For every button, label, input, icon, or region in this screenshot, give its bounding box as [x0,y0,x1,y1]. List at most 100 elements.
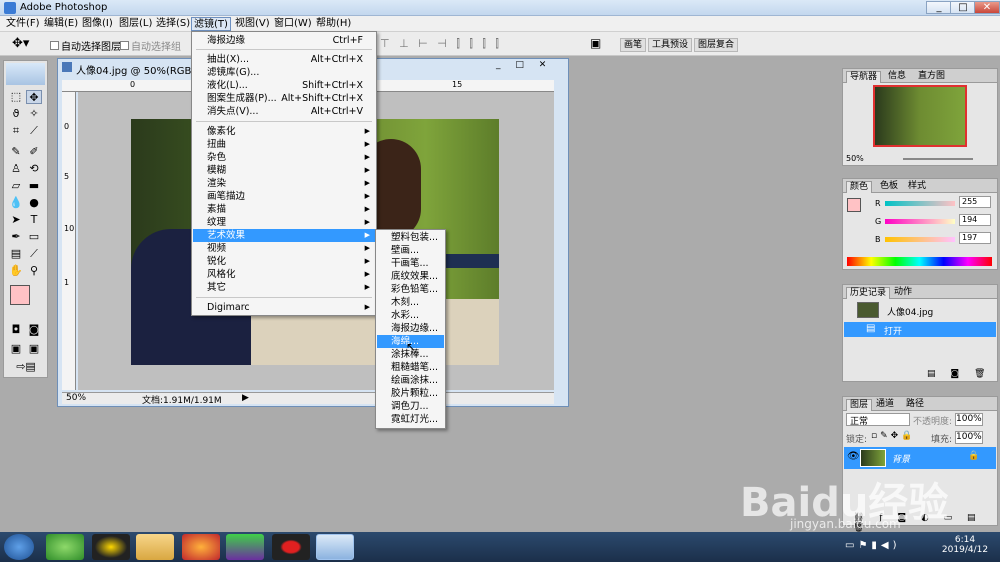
submenu-item-dry-brush[interactable]: 干画笔... [377,257,444,270]
submenu-item-palette-knife[interactable]: 调色刀... [377,400,444,413]
menu-layer[interactable]: 图层(L) [117,17,154,31]
snapshot-name[interactable]: 人像04.jpg [887,305,933,318]
eraser-tool-icon[interactable]: ▱ [8,179,24,193]
tray-icons[interactable]: ▭⚑▮◀) [845,540,901,551]
tab-channels[interactable]: 通道 [873,399,897,411]
folder-icon[interactable] [136,534,174,560]
layer-name[interactable]: 背景 [892,452,910,465]
crop-tool-icon[interactable]: ⌗ [8,124,24,138]
menu-item-digimarc[interactable]: Digimarc ▶ [193,301,375,314]
snapshot-thumbnail[interactable] [857,302,879,318]
auto-select-layer-checkbox[interactable]: 自动选择图层 [50,38,121,53]
firefox-icon[interactable] [182,534,220,560]
layer-row[interactable]: 👁 背景 🔒 [844,447,996,469]
tab-info[interactable]: 信息 [885,71,909,83]
status-arrow-icon[interactable]: ▶ [242,393,249,403]
dodge-tool-icon[interactable]: ● [26,196,42,210]
history-buttons-icon[interactable]: ▤ ◙ 🗑 [927,369,991,379]
slider-b[interactable] [885,237,955,242]
submenu-item-fresco[interactable]: 壁画... [377,244,444,257]
menu-item-extract[interactable]: 抽出(X)... Alt+Ctrl+X [193,53,375,66]
menu-image[interactable]: 图像(I) [80,17,115,31]
tab-paths[interactable]: 路径 [903,399,927,411]
start-button-icon[interactable] [4,534,34,560]
menu-view[interactable]: 视图(V) [233,17,272,31]
menu-select[interactable]: 选择(S) [154,17,192,31]
menu-item-liquify[interactable]: 液化(L)... Shift+Ctrl+X [193,79,375,92]
tab-navigator[interactable]: 导航器 [846,71,882,83]
checkbox-box[interactable] [50,41,59,50]
photoshop-taskbar-icon[interactable] [316,534,354,560]
menu-item-filter-gallery[interactable]: 滤镜库(G)... [193,66,375,79]
qq-icon[interactable] [92,534,130,560]
tray-clock[interactable]: 6:14 2019/4/12 [938,535,992,555]
submenu-item-film-grain[interactable]: 胶片颗粒... [377,387,444,400]
menu-item-distort[interactable]: 扭曲 ▶ [193,138,375,151]
menu-filter[interactable]: 滤镜(T) [191,17,231,31]
gradient-tool-icon[interactable]: ▬ [26,179,42,193]
align-icons[interactable]: ⊤ ⊥ ⊢ ⊣ ⫿ ⫿ ⫿ ⫿ [380,37,502,51]
submenu-item-poster-edges[interactable]: 海报边缘... [377,322,444,335]
menu-item-stylize[interactable]: 风格化 ▶ [193,268,375,281]
tab-actions[interactable]: 动作 [891,287,915,299]
navigator-zoom[interactable]: 50% [846,154,864,163]
type-tool-icon[interactable]: T [26,213,42,227]
menu-item-texture[interactable]: 纹理 ▶ [193,216,375,229]
minimize-button[interactable]: _ [926,1,952,14]
eye-icon[interactable]: 👁 [847,451,860,462]
submenu-item-paint-daubs[interactable]: 绘画涂抹... [377,374,444,387]
menu-window[interactable]: 窗口(W) [272,17,314,31]
close-button[interactable]: ✕ [974,1,1000,14]
eyedropper-tool-icon[interactable]: ⟋ [26,247,42,261]
move-tool-icon[interactable]: ✥▾ [12,36,29,51]
opacity-input[interactable]: 100% [955,413,983,426]
menu-item-brush-strokes[interactable]: 画笔描边 ▶ [193,190,375,203]
submenu-item-neon-glow[interactable]: 霓虹灯光... [377,413,444,426]
fg-swatch[interactable] [847,198,861,212]
zoom-level[interactable]: 50% [66,393,86,403]
color-ramp[interactable] [847,257,992,266]
fullscreen-mode-icon[interactable]: ▣ [26,342,42,356]
tab-history[interactable]: 历史记录 [846,287,891,299]
navigator-thumbnail[interactable] [873,85,967,147]
menu-item-video[interactable]: 视频 ▶ [193,242,375,255]
navigator-zoom-slider[interactable] [903,158,973,160]
standard-mode-icon[interactable]: ◘ [8,323,24,337]
menu-item-pixelate[interactable]: 像素化 ▶ [193,125,375,138]
menu-item-sharpen[interactable]: 锐化 ▶ [193,255,375,268]
tab-brushes[interactable]: 画笔 [620,38,647,52]
menu-item-render[interactable]: 渲染 ▶ [193,177,375,190]
clone-stamp-icon[interactable]: ♙ [8,162,24,176]
tab-swatches[interactable]: 色板 [877,181,901,193]
brush-tool-icon[interactable]: ✐ [26,145,42,159]
menu-item-sketch[interactable]: 素描 ▶ [193,203,375,216]
notes-tool-icon[interactable]: ▤ [8,247,24,261]
history-brush-icon[interactable]: ⟲ [26,162,42,176]
jump-to-imageready-icon[interactable]: ⇨▤ [12,360,40,374]
tab-tool-presets[interactable]: 工具预设 [648,38,693,52]
fill-input[interactable]: 100% [955,431,983,444]
menu-item-noise[interactable]: 杂色 ▶ [193,151,375,164]
blur-tool-icon[interactable]: 💧 [8,196,24,210]
tab-layers[interactable]: 图层 [846,399,873,411]
tab-color[interactable]: 颜色 [846,181,873,193]
input-b[interactable]: 197 [959,232,991,244]
submenu-item-rough-pastels[interactable]: 粗糙蜡笔... [377,361,444,374]
healing-brush-icon[interactable]: ✎ [8,145,24,159]
palette-well-icon[interactable]: ▣ [590,36,601,50]
submenu-item-plastic-wrap[interactable]: 塑料包装... [377,231,444,244]
screen-mode-icon[interactable]: ▣ [8,342,24,356]
history-step-row[interactable]: ▤ 打开 [844,322,996,337]
menu-item-artistic[interactable]: 艺术效果 ▶ [193,229,375,242]
magic-wand-tool-icon[interactable]: ✧ [26,107,42,121]
checkbox-box[interactable] [120,41,129,50]
menu-item-other[interactable]: 其它 ▶ [193,281,375,294]
slider-r[interactable] [885,201,955,206]
menu-edit[interactable]: 编辑(E) [42,17,80,31]
submenu-item-cutout[interactable]: 木刻... [377,296,444,309]
auto-select-group-checkbox[interactable]: 自动选择组 [120,38,181,53]
document-window-controls[interactable]: _ □ ✕ [496,60,552,70]
tab-histogram[interactable]: 直方图 [915,71,948,83]
menu-help[interactable]: 帮助(H) [314,17,353,31]
maximize-button[interactable]: □ [950,1,976,14]
